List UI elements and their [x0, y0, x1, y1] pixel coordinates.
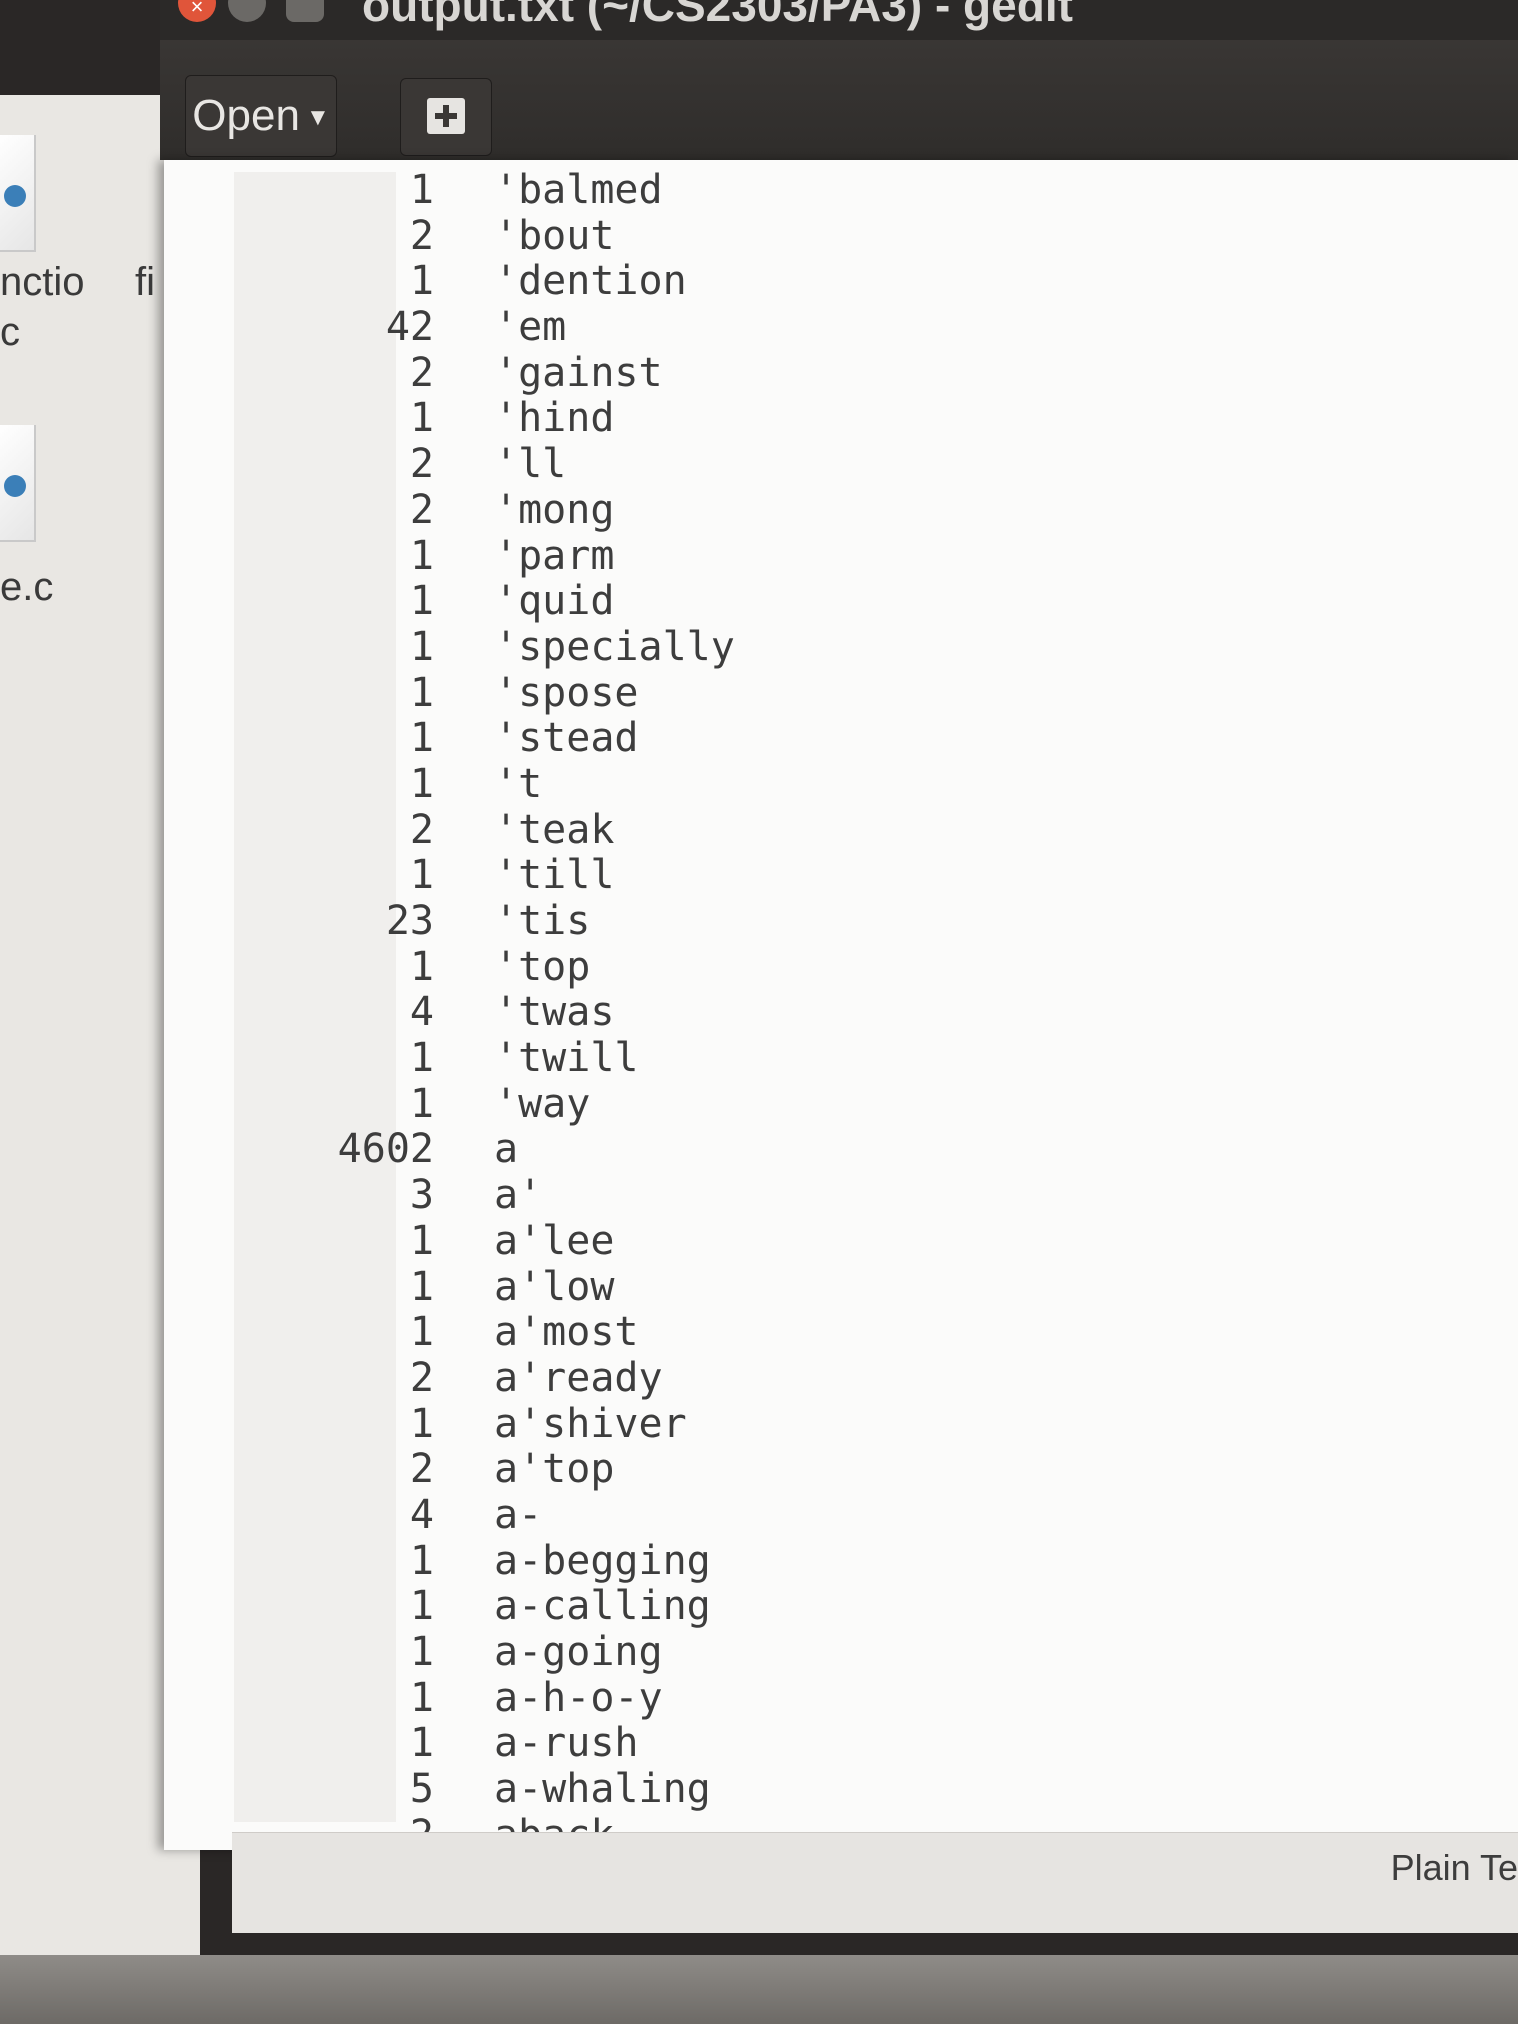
file-glyph-icon [4, 185, 26, 207]
word-cell: a'most [494, 1309, 639, 1356]
word-cell: 'tis [494, 898, 591, 944]
count-cell: 1 [409, 1035, 434, 1082]
count-cell: 1 [409, 1629, 434, 1675]
word-cell: 'dention [494, 258, 687, 305]
word-cell: 'hind [494, 395, 615, 442]
word-cell: 'twas [494, 989, 615, 1036]
count-cell: 1 [409, 715, 434, 762]
word-cell: 'balmed [494, 167, 663, 213]
word-cell: 'specially [494, 623, 735, 670]
word-cell: 'stead [494, 715, 639, 762]
open-label: Open [192, 91, 300, 140]
word-cell: a-whaling [494, 1766, 711, 1813]
open-button[interactable]: Open ▼ [185, 75, 337, 157]
count-cell: 1 [409, 395, 434, 442]
count-cell: 1 [409, 167, 434, 213]
word-cell: a-begging [494, 1537, 711, 1584]
new-document-icon [427, 98, 465, 134]
word-cell: a'shiver [494, 1400, 687, 1447]
word-cell: 'bout [494, 212, 615, 259]
word-cell: a'lee [494, 1217, 615, 1264]
background-label: e.c [0, 565, 54, 609]
count-cell: 1 [409, 852, 434, 899]
file-icon[interactable] [0, 135, 36, 252]
count-cell: 1 [409, 1537, 434, 1584]
word-cell: a-h-o-y [494, 1674, 663, 1721]
count-cell: 2 [409, 349, 434, 396]
word-cell: 'way [494, 1080, 591, 1127]
count-cell: 23 [385, 898, 434, 944]
word-column: 'balmed'bout'dention'em'gainst'hind'll'm… [494, 167, 735, 1858]
file-icon[interactable] [0, 425, 36, 542]
word-cell: 't [494, 760, 543, 807]
count-cell: 1 [409, 943, 434, 990]
count-cell: 3 [409, 1172, 434, 1219]
word-cell: 'top [494, 943, 591, 990]
count-cell: 2 [409, 806, 434, 853]
word-cell: 'quid [494, 578, 615, 625]
word-cell: a-rush [494, 1720, 639, 1767]
word-cell: 'll [494, 441, 567, 488]
text-editor[interactable]: 1 2 1 42 2 1 2 2 1 1 1 1 1 1 2 1 23 1 4 1 1 4602 3 1 1 1 2 1 2 4 1 1 1 1 1… [164, 160, 1518, 1857]
word-cell: a [494, 1126, 519, 1173]
word-cell: 'mong [494, 486, 615, 533]
word-cell: a'ready [494, 1354, 663, 1401]
count-cell: 1 [409, 760, 434, 807]
count-cell: 4 [409, 989, 434, 1036]
word-cell: 'parm [494, 532, 615, 579]
count-cell: 42 [385, 304, 434, 351]
background-label: c [0, 310, 20, 354]
count-cell: 1 [409, 258, 434, 305]
word-cell: a-going [494, 1629, 663, 1675]
count-cell: 2 [409, 1354, 434, 1401]
count-cell: 1 [409, 532, 434, 579]
word-cell: a'top [494, 1446, 615, 1493]
count-cell: 1 [409, 1720, 434, 1767]
word-cell: 'teak [494, 806, 615, 853]
count-column: 1 2 1 42 2 1 2 2 1 1 1 1 1 1 2 1 23 1 4 1 1 4602 3 1 1 1 2 1 2 4 1 1 1 1 1… [234, 167, 434, 1858]
count-cell: 1 [409, 578, 434, 625]
close-icon: × [190, 0, 204, 19]
desktop-background [0, 1955, 1518, 2024]
file-type-selector[interactable]: Plain Te [1391, 1847, 1518, 1889]
count-cell: 4 [409, 1491, 434, 1538]
count-cell: 5 [409, 1766, 434, 1813]
count-cell: 1 [409, 1400, 434, 1447]
word-cell: 'em [494, 304, 567, 351]
maximize-button[interactable] [286, 0, 324, 22]
new-document-button[interactable] [400, 78, 492, 156]
count-cell: 2 [409, 486, 434, 533]
count-cell: 1 [409, 623, 434, 670]
file-glyph-icon [4, 475, 26, 497]
count-cell: 1 [409, 1309, 434, 1356]
count-cell: 2 [409, 1446, 434, 1493]
header-bar [160, 40, 1518, 160]
count-cell: 1 [409, 1080, 434, 1127]
count-cell: 1 [409, 1583, 434, 1630]
count-cell: 2 [409, 212, 434, 259]
word-cell: a' [494, 1172, 543, 1219]
count-cell: 1 [409, 1217, 434, 1264]
word-cell: 'till [494, 852, 615, 899]
background-label: fi [135, 260, 155, 304]
count-cell: 2 [409, 441, 434, 488]
count-cell: 1 [409, 669, 434, 716]
count-cell: 1 [409, 1263, 434, 1310]
word-cell: a- [494, 1491, 543, 1538]
word-cell: a'low [494, 1263, 615, 1310]
background-label: nctio [0, 260, 85, 304]
count-cell: 1 [409, 1674, 434, 1721]
chevron-down-icon: ▼ [305, 104, 330, 132]
word-cell: a-calling [494, 1583, 711, 1630]
word-cell: 'gainst [494, 349, 663, 396]
status-bar: Plain Te [232, 1832, 1518, 1933]
count-cell: 4602 [337, 1126, 434, 1173]
word-cell: 'twill [494, 1035, 639, 1082]
word-cell: 'spose [494, 669, 639, 716]
window-title: output.txt (~/CS2303/PA3) - gedit [362, 0, 1073, 31]
